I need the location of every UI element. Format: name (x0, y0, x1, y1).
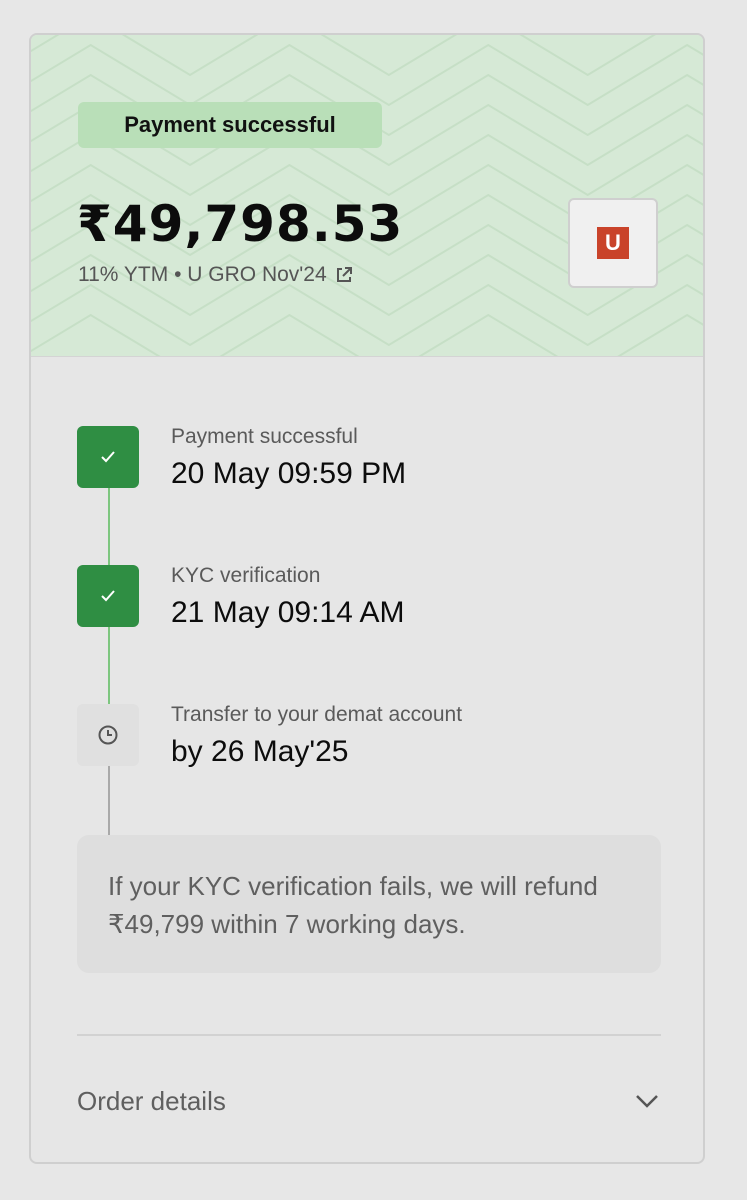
external-link-icon[interactable] (335, 266, 353, 284)
issuer-logo: U (568, 198, 658, 288)
step-status-pending (77, 704, 139, 766)
payment-amount: ₹49,798.53 (77, 195, 404, 253)
chevron-down-icon[interactable] (633, 1087, 661, 1115)
timeline-connector-pending (108, 766, 110, 835)
refund-notice: If your KYC verification fails, we will … (77, 835, 661, 973)
issuer-logo-mark: U (597, 227, 629, 259)
hero-banner: Payment successful ₹49,798.53 11% YTM • … (31, 35, 703, 356)
step-status-done (77, 426, 139, 488)
check-icon (101, 451, 115, 463)
section-divider (77, 1034, 661, 1036)
timeline-connector-done (108, 627, 110, 707)
bond-info-text: 11% YTM • U GRO Nov'24 (78, 263, 327, 286)
step-label: Transfer to your demat account (171, 703, 463, 726)
clock-icon (98, 725, 118, 745)
step-timestamp: 20 May 09:59 PM (171, 457, 407, 490)
step-status-done (77, 565, 139, 627)
refund-notice-text: If your KYC verification fails, we will … (108, 871, 598, 939)
step-timestamp: by 26 May'25 (171, 735, 349, 768)
check-icon (101, 590, 115, 602)
step-timestamp: 21 May 09:14 AM (171, 596, 405, 629)
order-details-label: Order details (77, 1085, 226, 1116)
bond-info[interactable]: 11% YTM • U GRO Nov'24 (78, 263, 353, 287)
step-label: KYC verification (171, 564, 321, 587)
step-label: Payment successful (171, 425, 358, 448)
order-status-card: Payment successful ₹49,798.53 11% YTM • … (29, 33, 705, 1164)
status-badge: Payment successful (78, 102, 382, 148)
timeline-connector-done (108, 488, 110, 568)
order-details-toggle[interactable]: Order details (77, 1075, 661, 1127)
hero-divider (31, 356, 703, 357)
